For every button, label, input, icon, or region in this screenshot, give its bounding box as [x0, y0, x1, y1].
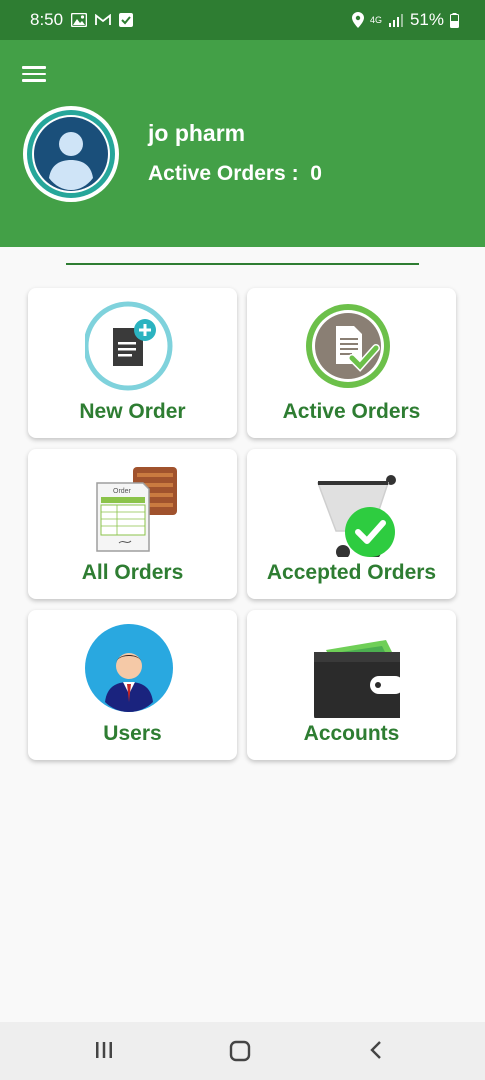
gallery-icon — [71, 13, 88, 27]
active-orders-count: Active Orders : 0 — [148, 162, 322, 185]
user-name: jo pharm — [148, 120, 246, 146]
navigation-bar — [0, 1022, 485, 1080]
battery-icon — [450, 12, 459, 28]
status-time: 8:50 — [30, 10, 64, 29]
network-type: 4G — [369, 14, 382, 25]
signal-icon — [388, 13, 404, 27]
accounts-card[interactable]: Accounts — [247, 610, 456, 760]
user-avatar-icon — [27, 110, 115, 198]
home-icon[interactable] — [229, 1040, 251, 1067]
all-orders-label: All Orders — [81, 561, 184, 584]
users-label: Users — [103, 722, 162, 745]
hamburger-icon-line — [22, 79, 46, 82]
hamburger-icon — [22, 66, 46, 69]
new-order-label: New Order — [79, 400, 186, 423]
back-icon[interactable] — [366, 1040, 386, 1065]
users-icon — [84, 622, 181, 718]
hamburger-icon-line — [22, 72, 46, 75]
all-orders-icon: Order — [85, 461, 181, 557]
status-bar: 8:50 4G 51% — [0, 0, 485, 40]
active-orders-label: Active Orders — [282, 400, 421, 423]
menu-button[interactable] — [22, 66, 46, 82]
recent-apps-icon[interactable] — [94, 1040, 114, 1065]
avatar[interactable] — [23, 106, 119, 202]
active-orders-icon — [304, 300, 400, 396]
divider — [66, 263, 419, 265]
location-icon — [351, 12, 364, 28]
accounts-label: Accounts — [303, 722, 400, 745]
profile-header: jo pharm Active Orders : 0 — [0, 40, 485, 247]
check-box-icon — [119, 13, 134, 27]
all-orders-card[interactable]: Order All Orders — [28, 449, 237, 599]
accepted-orders-icon — [304, 461, 400, 559]
gmail-icon — [95, 14, 111, 26]
accepted-orders-label: Accepted Orders — [266, 561, 437, 584]
new-order-icon — [83, 300, 181, 396]
wallet-icon — [304, 622, 404, 720]
active-orders-card[interactable]: Active Orders — [247, 288, 456, 438]
new-order-card[interactable]: New Order — [28, 288, 237, 438]
battery-percent: 51% — [409, 10, 444, 29]
accepted-orders-card[interactable]: Accepted Orders — [247, 449, 456, 599]
all-orders-icon-text: Order — [113, 488, 132, 495]
users-card[interactable]: Users — [28, 610, 237, 760]
